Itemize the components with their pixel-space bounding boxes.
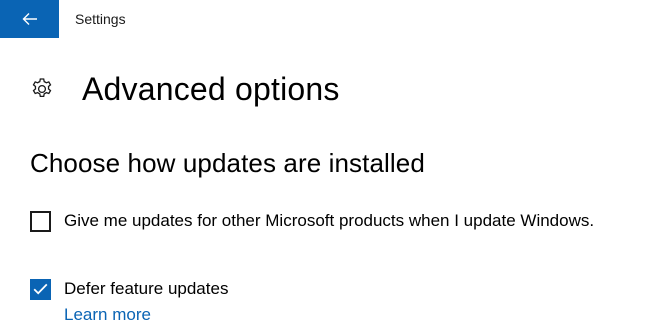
back-arrow-icon — [22, 12, 38, 26]
settings-window: Settings Advanced options Choose how upd… — [0, 0, 650, 332]
title-bar: Settings — [0, 0, 650, 38]
back-button[interactable] — [0, 0, 59, 38]
defer-feature-updates-option[interactable]: Defer feature updates — [30, 278, 228, 300]
defer-updates-label: Defer feature updates — [64, 279, 229, 298]
other-products-label: Give me updates for other Microsoft prod… — [64, 211, 595, 230]
app-title: Settings — [75, 11, 126, 27]
other-products-checkbox[interactable] — [30, 210, 51, 232]
learn-more-link[interactable]: Learn more — [64, 304, 151, 326]
section-title: Choose how updates are installed — [30, 148, 425, 178]
defer-updates-checkbox[interactable] — [30, 278, 51, 300]
page-title: Advanced options — [82, 71, 340, 107]
gear-icon — [30, 77, 54, 101]
checkmark-icon — [33, 283, 48, 295]
other-microsoft-products-option[interactable]: Give me updates for other Microsoft prod… — [30, 210, 594, 232]
page-header: Advanced options — [30, 68, 340, 110]
